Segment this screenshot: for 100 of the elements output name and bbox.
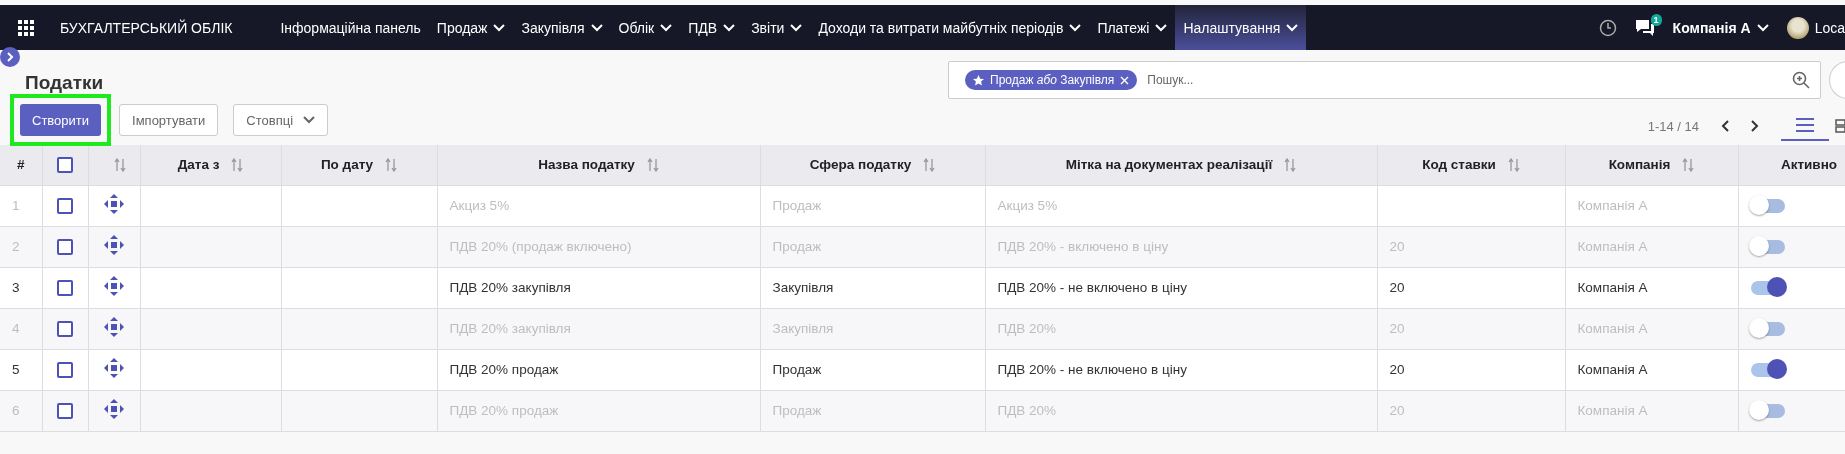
column-header[interactable]: Мітка на документах реалізації [1065,157,1273,173]
chevron-down-icon [1756,23,1769,32]
chevron-down-icon [723,23,736,32]
column-header[interactable]: Код ставки [1422,157,1496,173]
search-icon[interactable] [1792,71,1810,89]
sidebar-toggle-button[interactable] [0,47,20,67]
table-cell: Продаж [760,349,985,390]
row-number: 3 [0,267,42,308]
table-cell: ПДВ 20% продаж [437,390,760,431]
menu-item[interactable]: Доходи та витрати майбутніх періодів [810,5,1090,50]
create-button[interactable]: Створити [20,104,102,136]
row-checkbox[interactable] [57,238,73,255]
column-header[interactable]: Дата з [177,157,220,173]
row-checkbox[interactable] [57,320,73,337]
row-checkbox[interactable] [57,402,73,419]
chevron-down-icon [1069,23,1082,32]
table-cell: ПДВ 20% - не включено в ціну [985,349,1377,390]
table-cell: Компанія A [1565,349,1738,390]
table-cell: ПДВ 20% закупівля [437,308,760,349]
table-cell: Акциз 5% [985,185,1377,226]
chevron-down-icon [660,23,673,32]
chevron-down-icon [590,23,603,32]
move-icon[interactable] [104,235,124,255]
app-brand[interactable]: БУХГАЛТЕРСЬКИЙ ОБЛІК [60,5,233,50]
column-header[interactable]: Активно [1780,157,1838,173]
column-header[interactable]: Компанія [1608,157,1671,173]
apps-icon[interactable] [18,19,34,36]
chat-icon[interactable] [1634,18,1655,37]
row-number: 4 [0,308,42,349]
move-icon[interactable] [104,194,124,214]
table-cell: ПДВ 20% - включено в ціну [985,226,1377,267]
pager-value[interactable]: 1-14 / 14 [1647,118,1699,134]
list-icon [1796,118,1814,132]
menu-item[interactable]: Налаштування [1175,5,1307,50]
user-avatar[interactable] [1786,16,1809,39]
search-field[interactable]: Продаж або Закупівля Пошук... [948,61,1821,99]
chevron-right-icon [5,52,15,62]
next-icon[interactable] [1751,120,1759,132]
table-cell: ПДВ 20% - не включено в ціну [985,267,1377,308]
table-cell: Компанія A [1565,185,1738,226]
column-header[interactable]: По дату [320,157,374,173]
move-icon[interactable] [104,276,124,296]
table-cell: 20 [1377,226,1565,267]
menu-item[interactable]: Платежі [1089,5,1176,50]
chevron-down-icon [790,23,803,32]
chevron-down-icon [303,116,316,124]
table-cell: 20 [1377,349,1565,390]
row-number: 5 [0,349,42,390]
close-icon[interactable] [1120,75,1130,85]
row-number: 2 [0,226,42,267]
move-icon[interactable] [104,358,124,378]
column-header[interactable]: Назва податку [538,157,635,173]
menu-item[interactable]: ПДВ [680,5,744,50]
table-cell: Компанія A [1565,226,1738,267]
table-cell: Продаж [760,390,985,431]
row-number: 6 [0,390,42,431]
table-cell: ПДВ 20% [985,308,1377,349]
filter-facet[interactable]: Продаж або Закупівля [965,70,1138,90]
table-cell: 20 [1377,308,1565,349]
clock-icon[interactable] [1598,18,1617,37]
previous-icon[interactable] [1721,120,1729,132]
row-number: 1 [0,185,42,226]
chevron-down-icon [493,23,506,32]
table-cell: Компанія A [1565,308,1738,349]
row-checkbox[interactable] [57,279,73,296]
table-cell: 20 [1377,267,1565,308]
page-title: Податки [25,72,105,94]
menu-item[interactable]: Продаж [428,5,514,50]
column-header[interactable]: # [17,157,25,173]
row-checkbox[interactable] [57,197,73,214]
menu-item[interactable]: Інформаційна панель [272,5,429,50]
columns-button[interactable]: Стовпці [233,104,329,136]
table-cell: ПДВ 20% [985,390,1377,431]
select-all-checkbox[interactable] [57,156,73,173]
kanban-view-icon[interactable] [1835,119,1845,133]
menu-item[interactable]: Закупівля [513,5,611,50]
column-header[interactable]: Сфера податку [809,157,912,173]
table-cell: ПДВ 20% закупівля [437,267,760,308]
table-cell: Закупівля [760,267,985,308]
row-checkbox[interactable] [57,361,73,378]
menu-item[interactable]: Облік [610,5,681,50]
chevron-down-icon [1155,23,1168,32]
table-cell: ПДВ 20% (продаж включено) [437,226,760,267]
menu-item[interactable]: Звіти [743,5,811,50]
company-switcher[interactable]: Компанія A [1672,19,1769,36]
table-cell: Компанія A [1565,267,1738,308]
chevron-down-icon [1286,23,1299,32]
table-cell: Акциз 5% [437,185,760,226]
move-icon[interactable] [104,399,124,419]
table-cell: 20 [1377,390,1565,431]
user-name[interactable]: Loca [1814,19,1845,36]
star-icon [973,74,984,86]
table-cell: Компанія A [1565,390,1738,431]
table-cell: Продаж [760,185,985,226]
move-icon[interactable] [104,317,124,337]
table-cell: Закупівля [760,308,985,349]
import-button[interactable]: Імпортувати [119,104,219,136]
notification-badge: 1 [1650,13,1662,26]
table-cell: ПДВ 20% продаж [437,349,760,390]
table-cell: Продаж [760,226,985,267]
